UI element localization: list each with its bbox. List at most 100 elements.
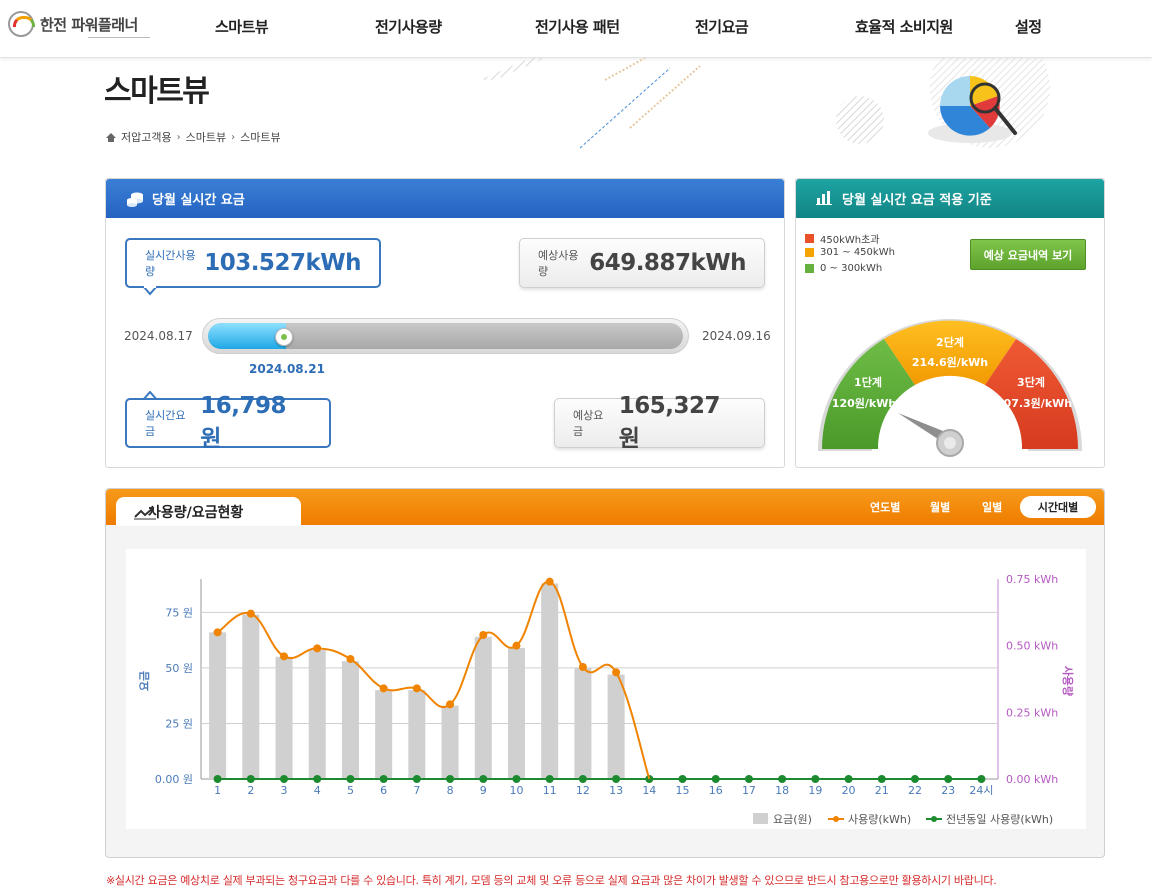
period-monthly[interactable]: 월별 (930, 499, 950, 515)
prev-year-usage-point (678, 775, 687, 783)
usage-point (446, 700, 455, 709)
usage-fee-panel: 사용량/요금현황 연도별 월별 일별 시간대별 0.00 원 25 원 50 원 75… (105, 488, 1105, 858)
legend-swatch (805, 264, 814, 273)
prev-year-usage-point (612, 775, 621, 783)
logo[interactable]: 한전 파워플래너 (8, 9, 150, 39)
rate-gauge: 1단계 120원/kWh 2단계 214.6원/kWh 3단계 307.3원/k… (818, 318, 1082, 457)
trend-line-icon (134, 507, 156, 520)
legend-tier1: 0 ~ 300kWh (805, 263, 882, 274)
realtime-fee-header: 당월 실시간 요금 (106, 179, 784, 218)
gauge-tier1-step: 1단계 (854, 375, 882, 389)
realtime-usage-value: 103.527kWh (204, 250, 361, 276)
bar-chart-icon (816, 190, 832, 205)
breadcrumb-item[interactable]: 저압고객용 (121, 129, 172, 145)
nav-usage-pattern[interactable]: 전기사용 패턴 (535, 16, 620, 37)
banner-decoration (480, 58, 1050, 149)
nav-power-usage[interactable]: 전기사용량 (375, 16, 442, 37)
fee-bar (275, 656, 293, 779)
legend-swatch-bar (753, 813, 768, 824)
x-tick-label: 10 (509, 784, 523, 797)
x-tick-label: 1 (214, 784, 221, 797)
fee-bar (408, 690, 426, 779)
y-left-tick-label: 25 원 (165, 717, 193, 730)
prev-year-usage-point (578, 775, 587, 783)
legend-label: 450kWh초과 (820, 235, 880, 246)
fee-bar (474, 636, 492, 779)
prev-year-usage-point (313, 775, 322, 783)
nav-efficient-support[interactable]: 효율적 소비지원 (855, 16, 953, 37)
period-hourly[interactable]: 시간대별 (1020, 496, 1096, 518)
bubble-pointer (143, 286, 159, 296)
legend-usage: 사용량(kWh) (848, 813, 911, 826)
y-left-tick-label: 50 원 (165, 662, 193, 675)
x-tick-label: 2 (247, 784, 254, 797)
fee-bar (341, 661, 359, 779)
x-tick-label: 17 (742, 784, 756, 797)
x-tick-label: 18 (775, 784, 789, 797)
x-tick-label: 13 (609, 784, 623, 797)
legend-label: 301 ~ 450kWh (820, 247, 895, 258)
period-daily[interactable]: 일별 (982, 499, 1002, 515)
gauge-tier1-rate: 120원/kWh (832, 396, 896, 410)
gauge-tier3-rate: 307.3원/kWh (996, 396, 1072, 410)
expected-usage-value: 649.887kWh (589, 250, 746, 276)
usage-fee-tab[interactable]: 사용량/요금현황 (116, 497, 301, 526)
realtime-usage-box: 실시간사용량 103.527kWh (125, 238, 381, 288)
expected-usage-label: 예상사용량 (538, 249, 579, 278)
billing-progress-bar (202, 318, 689, 354)
home-icon[interactable] (106, 132, 116, 142)
breadcrumb-item[interactable]: 스마트뷰 (240, 129, 280, 145)
nav-electric-fee[interactable]: 전기요금 (695, 16, 749, 37)
breadcrumb: 저압고객용 › 스마트뷰 › 스마트뷰 (106, 129, 281, 145)
usage-point (213, 628, 222, 637)
fee-bar (541, 583, 559, 779)
realtime-fee-value: 16,798 원 (200, 393, 286, 452)
usage-point (612, 668, 621, 677)
legend-marker-usage (833, 816, 839, 822)
panel-title: 당월 실시간 요금 적용 기준 (842, 193, 992, 208)
prev-year-usage-point (379, 775, 388, 783)
realtime-usage-label: 실시간사용량 (145, 249, 196, 278)
usage-point (512, 641, 521, 650)
fee-bar (242, 614, 260, 779)
gauge-tier3-step: 3단계 (1017, 375, 1045, 389)
period-yearly[interactable]: 연도별 (870, 499, 900, 515)
fee-bar (375, 690, 393, 779)
prev-year-usage-point (744, 775, 753, 783)
prev-year-usage-point (977, 775, 986, 783)
expected-fee-label: 예상요금 (573, 409, 604, 438)
x-tick-label: 8 (447, 784, 454, 797)
current-date: 2024.08.21 (249, 362, 325, 376)
legend-tier3: 450kWh초과 (805, 231, 880, 246)
prev-year-usage-point (778, 775, 787, 783)
rate-criteria-header: 당월 실시간 요금 적용 기준 (796, 179, 1104, 218)
usage-point (578, 663, 587, 671)
usage-point (313, 644, 322, 653)
view-expected-fee-button[interactable]: 예상 요금내역 보기 (970, 239, 1086, 270)
legend-tier2: 301 ~ 450kWh (805, 247, 895, 258)
chevron-right-icon: › (231, 131, 236, 143)
x-tick-label: 7 (413, 784, 420, 797)
realtime-fee-label: 실시간요금 (145, 409, 186, 438)
y-left-tick-label: 0.00 원 (155, 773, 193, 786)
usage-point (246, 609, 255, 618)
x-tick-label: 11 (543, 784, 557, 797)
top-header: 한전 파워플래너 스마트뷰 전기사용량 전기사용 패턴 전기요금 효율적 소비지… (0, 0, 1152, 58)
x-tick-label: 22 (908, 784, 922, 797)
panel-title: 당월 실시간 요금 (152, 193, 245, 208)
gauge-tier2-rate: 214.6원/kWh (912, 355, 988, 369)
realtime-fee-box: 실시간요금 16,798 원 (125, 393, 331, 452)
legend-label: 0 ~ 300kWh (820, 263, 883, 274)
breadcrumb-item[interactable]: 스마트뷰 (186, 129, 226, 145)
usage-fee-title: 사용량/요금현황 (148, 504, 244, 521)
nav-smartview[interactable]: 스마트뷰 (215, 16, 269, 37)
prev-year-usage-point (446, 775, 455, 783)
x-tick-label: 14 (642, 784, 656, 797)
y-axis-left-label: 요금 (138, 671, 151, 691)
y-right-tick-label: 0.50 kWh (1006, 640, 1058, 653)
x-tick-label: 21 (875, 784, 889, 797)
prev-year-usage-point (844, 775, 853, 783)
prev-year-usage-point (280, 775, 289, 783)
nav-settings[interactable]: 설정 (1015, 16, 1042, 37)
fee-bar (607, 674, 625, 779)
